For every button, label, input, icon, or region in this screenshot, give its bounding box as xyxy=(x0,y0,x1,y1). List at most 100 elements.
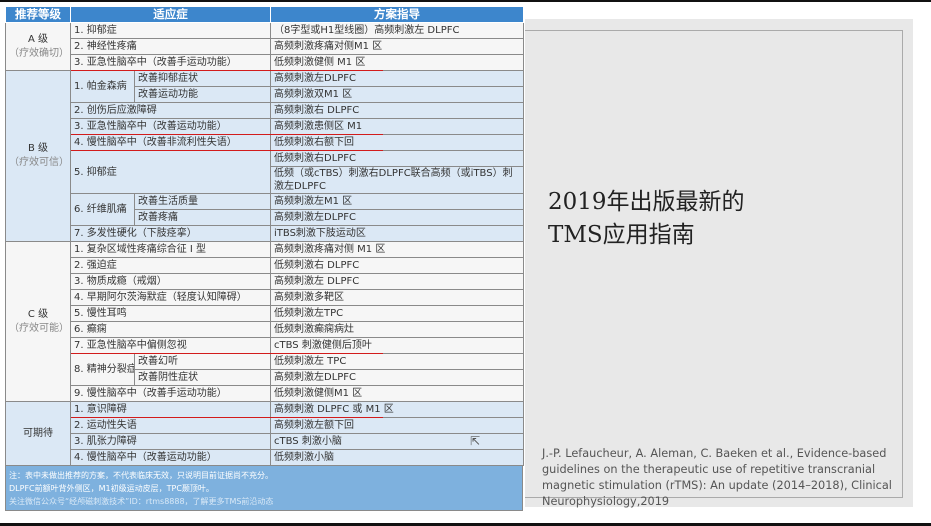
red-underline xyxy=(71,416,383,418)
indication-cell: 5. 慢性耳鸣 xyxy=(70,305,271,322)
plan-cell: cTBS 刺激小脑 xyxy=(270,433,524,450)
indication-cell: 2. 神经性疼痛 xyxy=(70,38,271,55)
indication-cell: 2. 强迫症 xyxy=(70,257,271,274)
table-row: 3. 亚急性脑卒中（改善手运动功能） 低频刺激健侧 M1 区 xyxy=(6,54,524,71)
table-notes: 注：表中未做出推荐的方案，不代表临床无效，只说明目前证据尚不充分。 DLPFC前… xyxy=(5,466,523,511)
indication-cell: 4. 早期阿尔茨海默症（轻度认知障碍） xyxy=(70,289,271,306)
citation: J.-P. Lefaucheur, A. Aleman, C. Baeken e… xyxy=(542,447,892,508)
plan-cell: 低频刺激癫痫病灶 xyxy=(270,321,524,338)
indication-cell: 4. 慢性脑卒中（改善非流利性失语） xyxy=(70,134,271,151)
indication-cell: 2. 创伤后应激障碍 xyxy=(70,102,271,119)
red-underline xyxy=(71,133,383,135)
table-row: 9. 慢性脑卒中（改善手运动功能） 低频刺激健侧M1 区 xyxy=(6,385,524,402)
grade-label: C 级 xyxy=(27,308,49,320)
table-row: B 级 （疗效可信） 1. 帕金森病 改善抑郁症状 高频刺激左DLPFC xyxy=(5,70,524,242)
sub-indication-cell: 改善幻听 xyxy=(134,353,271,370)
plan-cell: 高频刺激左M1 区 xyxy=(270,193,524,210)
grade-note: （疗效可能） xyxy=(9,322,69,334)
header-indication: 适应症 xyxy=(70,6,271,23)
tms-guideline-table: 推荐等级 适应症 方案指导 A 级 （疗效确切） 1. 抑郁症 （8字型或H1型线圈）… xyxy=(5,6,524,511)
plan-cell: 高频刺激左额下回 xyxy=(270,417,524,434)
indication-cell: 7. 亚急性脑卒中偏侧忽视 xyxy=(70,337,271,354)
header-plan: 方案指导 xyxy=(270,6,524,23)
plan-cell: 低频刺激小脑 xyxy=(270,449,524,466)
table-row: A 级 （疗效确切） 1. 抑郁症 （8字型或H1型线圈）高频刺激左 DLPFC xyxy=(5,22,524,71)
table-row: 4. 慢性脑卒中（改善非流利性失语） 低频刺激右额下回 xyxy=(6,134,524,151)
plan-cell: 低频刺激右DLPFC xyxy=(270,150,524,167)
indication-cell: 8. 精神分裂症 xyxy=(70,353,135,386)
table-row: 5. 慢性耳鸣 低频刺激左TPC xyxy=(6,305,524,322)
indication-cell: 1. 抑郁症 xyxy=(70,22,271,39)
plan-cell: 高频刺激多靶区 xyxy=(270,289,524,306)
table-row: 7. 多发性硬化（下肢痉挛） iTBS刺激下肢运动区 xyxy=(6,225,524,242)
plan-cell: 高频刺激左DLPFC xyxy=(270,209,524,226)
grade-note: （疗效可信） xyxy=(9,157,69,168)
indication-cell: 6. 癫痫 xyxy=(70,321,271,338)
plan-cell: 低频刺激左TPC xyxy=(270,305,524,322)
plan-cell: 高频刺激右 DLPFC xyxy=(270,102,524,119)
plan-cell: 高频刺激左DLPFC xyxy=(270,70,524,87)
header-grade: 推荐等级 xyxy=(5,6,71,23)
indication-cell: 7. 多发性硬化（下肢痉挛） xyxy=(70,225,271,242)
note-line: 注：表中未做出推荐的方案，不代表临床无效，只说明目前证据尚不充分。 xyxy=(9,471,273,480)
sub-indication-cell: 改善抑郁症状 xyxy=(134,70,271,87)
indication-cell: 1. 复杂区域性疼痛综合征 I 型 xyxy=(70,241,271,258)
grade-note: （疗效确切） xyxy=(9,47,69,59)
table-row: 8. 精神分裂症 改善幻听 低频刺激左 TPC xyxy=(6,353,524,386)
grade-cell: A 级 （疗效确切） xyxy=(5,22,71,71)
plan-cell: 低频刺激右额下回 xyxy=(270,134,524,151)
side-panel-frame xyxy=(525,30,903,498)
plan-cell: （8字型或H1型线圈）高频刺激左 DLPFC xyxy=(270,22,524,39)
sub-indication-cell: 改善阴性症状 xyxy=(134,369,271,386)
indication-cell: 3. 亚急性脑卒中（改善手运动功能） xyxy=(70,54,271,71)
indication-cell: 3. 亚急性脑卒中（改善运动功能） xyxy=(70,118,271,135)
grade-label: B 级 xyxy=(27,143,49,154)
table-row: 可期待 1. 意识障碍 高频刺激 DLPFC 或 M1 区 xyxy=(5,401,524,466)
grade-label: A 级 xyxy=(27,33,49,45)
title-line: 2019年出版最新的 xyxy=(548,189,745,215)
grade-cell: 可期待 xyxy=(5,401,71,466)
panel-title: 2019年出版最新的 TMS应用指南 xyxy=(548,186,745,252)
plan-cell: 高频刺激患侧区 M1 xyxy=(270,118,524,135)
plan-cell: 高频刺激疼痛对侧 M1 区 xyxy=(270,241,524,258)
table-row: 2. 强迫症 低频刺激右 DLPFC xyxy=(6,257,524,274)
sub-indication-cell: 改善疼痛 xyxy=(134,209,271,226)
plan-cell: 低频刺激健侧 M1 区 xyxy=(270,54,524,71)
grade-cell: B 级 （疗效可信） xyxy=(5,70,71,242)
table-row: 2. 神经性疼痛 高频刺激疼痛对侧M1 区 xyxy=(6,38,524,55)
table-row: 3. 肌张力障碍 cTBS 刺激小脑 xyxy=(6,433,524,450)
plan-cell: 高频刺激 DLPFC 或 M1 区 xyxy=(270,401,524,418)
table-row: 3. 亚急性脑卒中（改善运动功能） 高频刺激患侧区 M1 xyxy=(6,118,524,135)
indication-cell: 3. 物质成瘾（戒烟） xyxy=(70,273,271,290)
red-underline xyxy=(71,149,383,151)
mouse-cursor-icon: ⇱ xyxy=(470,434,481,448)
plan-cell: cTBS 刺激健侧后顶叶 xyxy=(270,337,524,354)
grade-cell: C 级 （疗效可能） xyxy=(5,241,71,402)
red-underline xyxy=(71,352,383,354)
indication-cell: 6. 纤维肌痛 xyxy=(70,193,135,226)
table-row: 7. 亚急性脑卒中偏侧忽视 cTBS 刺激健侧后顶叶 xyxy=(6,337,524,354)
red-underline xyxy=(71,69,383,71)
grade-label: 可期待 xyxy=(23,427,53,439)
table-row: 6. 纤维肌痛 改善生活质量 高频刺激左M1 区 xyxy=(6,193,524,226)
sub-indication-cell: 改善生活质量 xyxy=(134,193,271,210)
plan-cell: 高频刺激左DLPFC xyxy=(270,369,524,386)
plan-cell: 低频（或cTBS）刺激右DLPFC联合高频（或iTBS）刺激左DLPFC xyxy=(270,166,524,194)
table-row: 2. 创伤后应激障碍 高频刺激右 DLPFC xyxy=(6,102,524,119)
note-line: 关注微信公众号“经颅磁刺激技术”ID：rtms8888，了解更多TMS前沿动态 xyxy=(9,497,274,506)
title-line: TMS应用指南 xyxy=(548,222,695,248)
table-row: 6. 癫痫 低频刺激癫痫病灶 xyxy=(6,321,524,338)
indication-cell: 1. 帕金森病 xyxy=(70,70,135,103)
table-row: 5. 抑郁症 低频刺激右DLPFC xyxy=(6,150,524,194)
indication-cell: 5. 抑郁症 xyxy=(70,150,271,194)
plan-cell: iTBS刺激下肢运动区 xyxy=(270,225,524,242)
table-row: 4. 早期阿尔茨海默症（轻度认知障碍） 高频刺激多靶区 xyxy=(6,289,524,306)
plan-cell: 高频刺激左 DLPFC xyxy=(270,273,524,290)
indication-cell: 9. 慢性脑卒中（改善手运动功能） xyxy=(70,385,271,402)
plan-cell: 低频刺激左 TPC xyxy=(270,353,524,370)
note-line: DLPFC前额叶背外侧区，M1初级运动皮层，TPC颞顶叶。 xyxy=(9,484,214,493)
indication-cell: 3. 肌张力障碍 xyxy=(70,433,271,450)
indication-cell: 1. 意识障碍 xyxy=(70,401,271,418)
plan-cell: 高频刺激双M1 区 xyxy=(270,86,524,103)
table-row: 4. 慢性脑卒中（改善运动功能） 低频刺激小脑 xyxy=(6,449,524,466)
